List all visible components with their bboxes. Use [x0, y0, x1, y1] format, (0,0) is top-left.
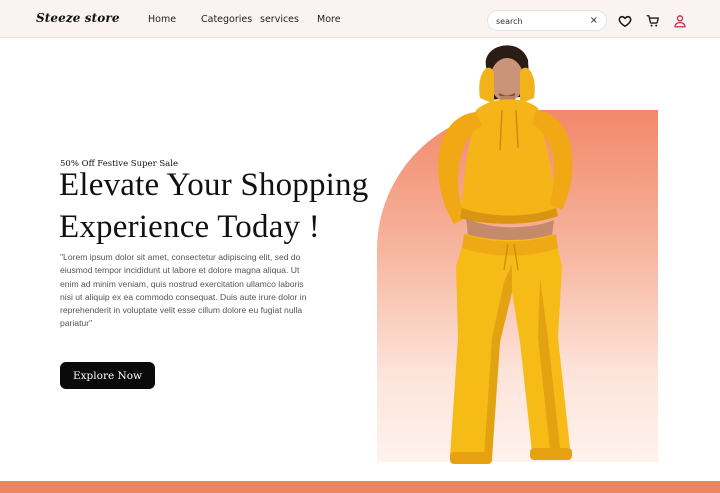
hero-description: "Lorem ipsum dolor sit amet, consectetur…	[60, 252, 307, 329]
cart-icon[interactable]	[646, 14, 660, 28]
model-photo	[438, 45, 573, 464]
footer-accent-bar	[0, 481, 720, 493]
brand-logo[interactable]: Steeze store	[36, 11, 120, 25]
hero-headline-line1: Elevate Your Shopping	[59, 167, 369, 203]
search-bar: ×	[487, 10, 607, 31]
clear-search-icon[interactable]: ×	[590, 14, 598, 28]
explore-now-button[interactable]: Explore Now	[60, 362, 155, 389]
nav-link-more[interactable]: More	[317, 14, 341, 25]
nav-link-services[interactable]: services	[260, 14, 299, 25]
user-icon[interactable]	[673, 14, 687, 28]
hero-headline-line2: Experience Today !	[59, 209, 320, 245]
search-input[interactable]	[496, 14, 588, 28]
nav-link-home[interactable]: Home	[148, 14, 176, 25]
heart-icon[interactable]	[618, 14, 632, 28]
nav-link-categories[interactable]: Categories	[201, 14, 252, 25]
top-navbar: Steeze store Home Categories services Mo…	[0, 0, 720, 38]
